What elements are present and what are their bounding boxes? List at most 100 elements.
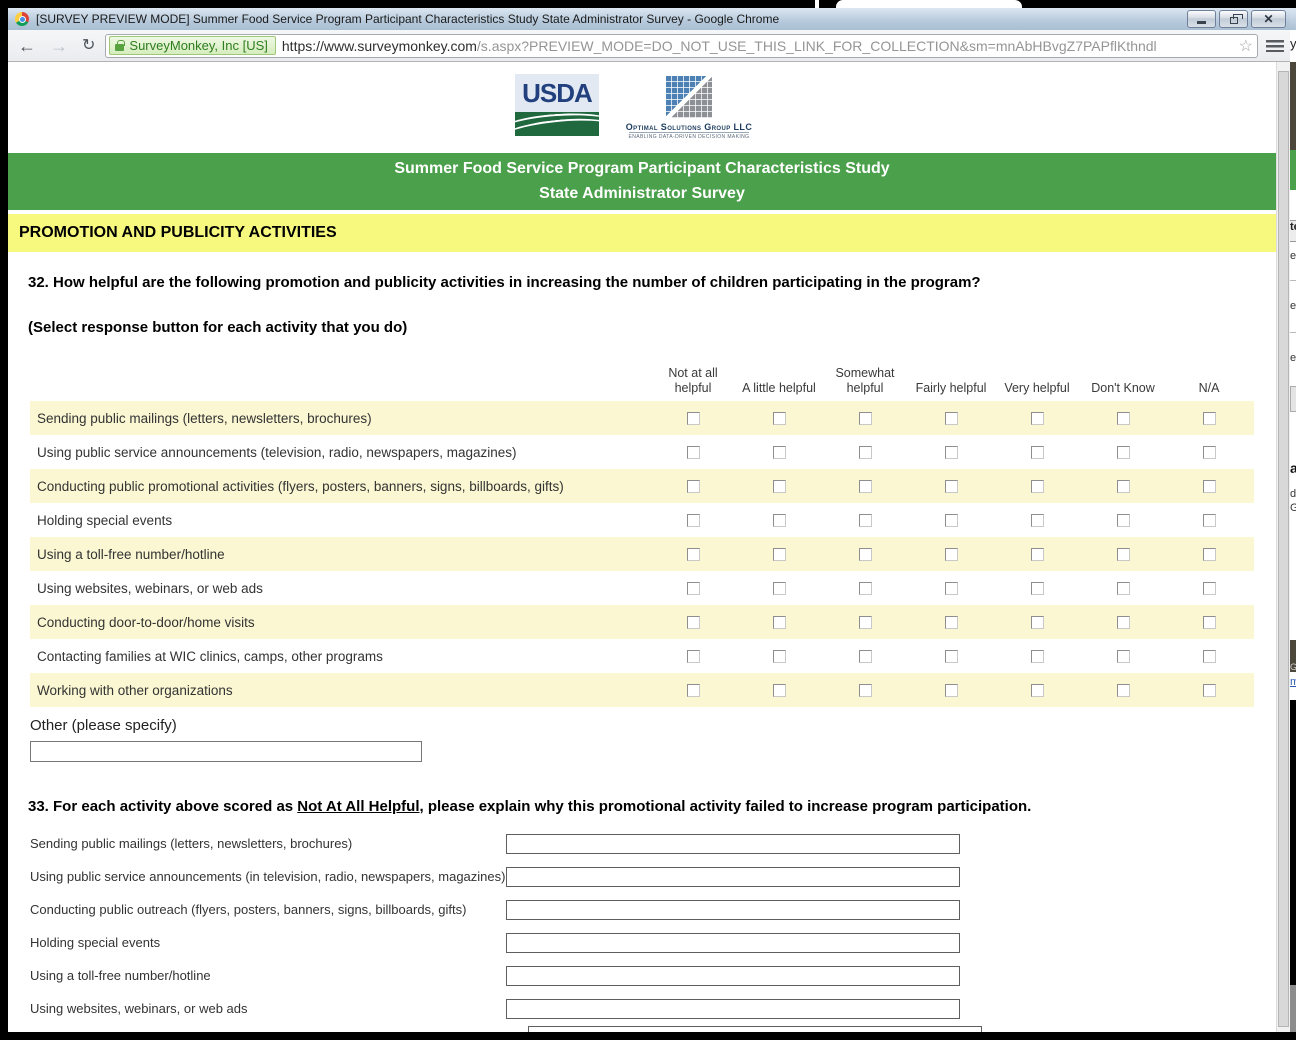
response-checkbox[interactable] (1116, 581, 1130, 595)
response-checkbox[interactable] (772, 581, 786, 595)
address-bar[interactable]: SurveyMonkey, Inc [US] https://www.surve… (105, 33, 1258, 58)
response-checkbox[interactable] (1030, 513, 1044, 527)
matrix-cell (1080, 547, 1166, 561)
matrix-cell (736, 513, 822, 527)
other-specify-input[interactable] (30, 741, 422, 762)
matrix-row-label: Conducting door-to-door/home visits (37, 614, 255, 630)
background-button-fragment (1290, 386, 1296, 412)
response-checkbox[interactable] (1116, 445, 1130, 459)
forward-button[interactable]: → (50, 37, 68, 55)
response-checkbox[interactable] (772, 547, 786, 561)
response-checkbox[interactable] (858, 445, 872, 459)
response-checkbox[interactable] (944, 513, 958, 527)
close-button[interactable]: ✕ (1251, 10, 1286, 28)
response-checkbox[interactable] (1202, 649, 1216, 663)
response-checkbox[interactable] (686, 513, 700, 527)
response-checkbox[interactable] (944, 547, 958, 561)
q33-row-label: Sending public mailings (letters, newsle… (30, 836, 353, 851)
response-checkbox[interactable] (772, 615, 786, 629)
response-checkbox[interactable] (686, 649, 700, 663)
other-specify-label: Other (please specify) (30, 717, 177, 734)
response-checkbox[interactable] (686, 547, 700, 561)
response-checkbox[interactable] (858, 547, 872, 561)
q33-question-suffix: , please explain why this promotional ac… (419, 798, 1032, 815)
response-checkbox[interactable] (944, 649, 958, 663)
q33-partial-input[interactable] (528, 1026, 982, 1032)
bookmark-star-icon[interactable]: ☆ (1239, 36, 1253, 56)
response-checkbox[interactable] (1030, 615, 1044, 629)
scrollbar-thumb[interactable] (1278, 71, 1289, 1027)
response-checkbox[interactable] (1202, 615, 1216, 629)
q33-text-input[interactable] (506, 899, 960, 920)
response-checkbox[interactable] (858, 411, 872, 425)
response-checkbox[interactable] (858, 615, 872, 629)
survey-title-banner: Summer Food Service Program Participant … (8, 153, 1276, 210)
response-checkbox[interactable] (944, 615, 958, 629)
response-checkbox[interactable] (858, 479, 872, 493)
response-checkbox[interactable] (1030, 479, 1044, 493)
response-checkbox[interactable] (772, 411, 786, 425)
q33-text-input[interactable] (506, 932, 960, 953)
optimal-solutions-name: Optimal Solutions Group LLC (625, 122, 753, 132)
response-checkbox[interactable] (772, 513, 786, 527)
response-checkbox[interactable] (1202, 445, 1216, 459)
background-window-edge[interactable]: y te er er er a d G G m (1290, 8, 1296, 1032)
lock-icon (115, 39, 125, 51)
response-checkbox[interactable] (686, 581, 700, 595)
response-checkbox[interactable] (1202, 411, 1216, 425)
response-checkbox[interactable] (944, 683, 958, 697)
response-checkbox[interactable] (1202, 479, 1216, 493)
response-checkbox[interactable] (944, 445, 958, 459)
response-checkbox[interactable] (686, 445, 700, 459)
matrix-cell (1166, 479, 1252, 493)
response-checkbox[interactable] (1030, 547, 1044, 561)
response-checkbox[interactable] (686, 411, 700, 425)
url-text[interactable]: https://www.surveymonkey.com/s.aspx?PREV… (282, 38, 1237, 54)
response-checkbox[interactable] (1116, 683, 1130, 697)
response-checkbox[interactable] (772, 649, 786, 663)
response-checkbox[interactable] (686, 683, 700, 697)
reload-button[interactable]: ↻ (82, 37, 95, 54)
chrome-menu-icon[interactable] (1266, 39, 1284, 52)
response-checkbox[interactable] (686, 479, 700, 493)
response-checkbox[interactable] (944, 411, 958, 425)
response-checkbox[interactable] (772, 479, 786, 493)
response-checkbox[interactable] (772, 683, 786, 697)
response-checkbox[interactable] (1116, 513, 1130, 527)
response-checkbox[interactable] (1116, 411, 1130, 425)
response-checkbox[interactable] (944, 581, 958, 595)
response-checkbox[interactable] (1030, 411, 1044, 425)
response-checkbox[interactable] (1116, 649, 1130, 663)
ev-certificate-badge[interactable]: SurveyMonkey, Inc [US] (109, 36, 276, 55)
q33-question-text: 33. For each activity above scored as No… (28, 798, 1256, 816)
matrix-cell (736, 683, 822, 697)
response-checkbox[interactable] (1202, 581, 1216, 595)
response-checkbox[interactable] (686, 615, 700, 629)
matrix-cell (822, 411, 908, 425)
response-checkbox[interactable] (858, 581, 872, 595)
response-checkbox[interactable] (1116, 615, 1130, 629)
q33-text-input[interactable] (506, 833, 960, 854)
q33-text-input[interactable] (506, 866, 960, 887)
response-checkbox[interactable] (1116, 479, 1130, 493)
response-checkbox[interactable] (1116, 547, 1130, 561)
response-checkbox[interactable] (1202, 683, 1216, 697)
q33-text-input[interactable] (506, 965, 960, 986)
q33-text-input[interactable] (506, 998, 960, 1019)
response-checkbox[interactable] (944, 479, 958, 493)
response-checkbox[interactable] (858, 513, 872, 527)
response-checkbox[interactable] (1202, 547, 1216, 561)
response-checkbox[interactable] (858, 649, 872, 663)
response-checkbox[interactable] (1202, 513, 1216, 527)
vertical-scrollbar[interactable] (1276, 62, 1290, 1032)
restore-button[interactable] (1219, 10, 1248, 28)
response-checkbox[interactable] (1030, 683, 1044, 697)
response-checkbox[interactable] (1030, 649, 1044, 663)
matrix-cell (994, 445, 1080, 459)
response-checkbox[interactable] (1030, 445, 1044, 459)
response-checkbox[interactable] (772, 445, 786, 459)
back-button[interactable]: ← (18, 37, 36, 55)
minimize-button[interactable] (1187, 10, 1216, 28)
response-checkbox[interactable] (858, 683, 872, 697)
response-checkbox[interactable] (1030, 581, 1044, 595)
